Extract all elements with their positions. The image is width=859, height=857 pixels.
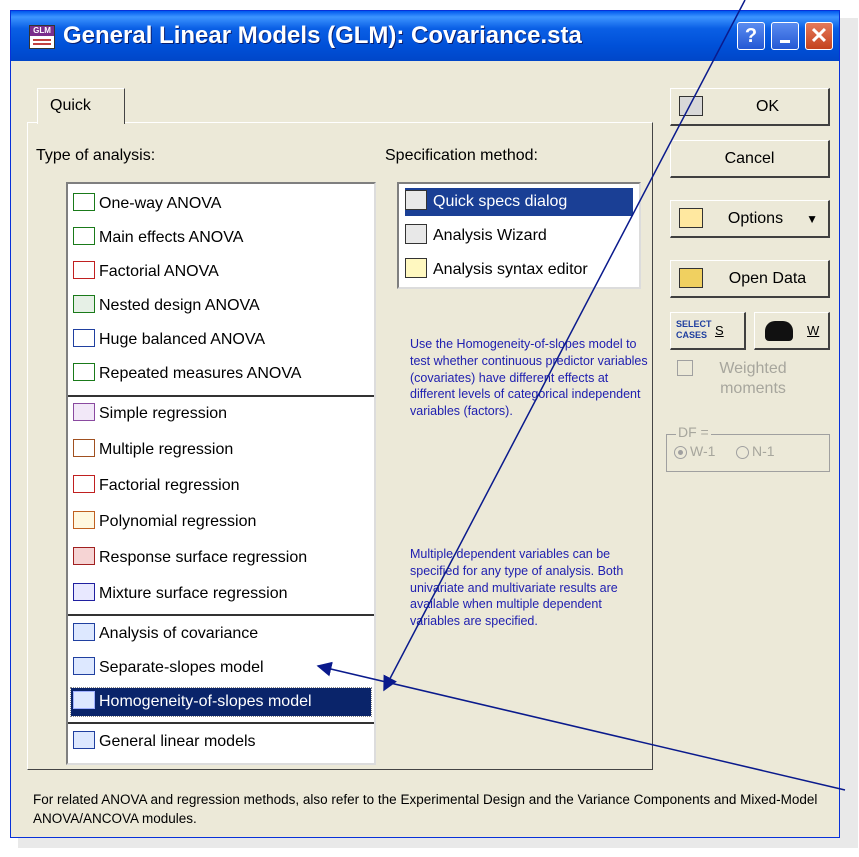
tab-quick[interactable]: Quick: [37, 88, 125, 124]
arrow-to-homogeneity-item: [383, 0, 746, 692]
annotation-arrows: [316, 0, 846, 791]
arrow-to-separate-slopes-item: [316, 661, 846, 791]
